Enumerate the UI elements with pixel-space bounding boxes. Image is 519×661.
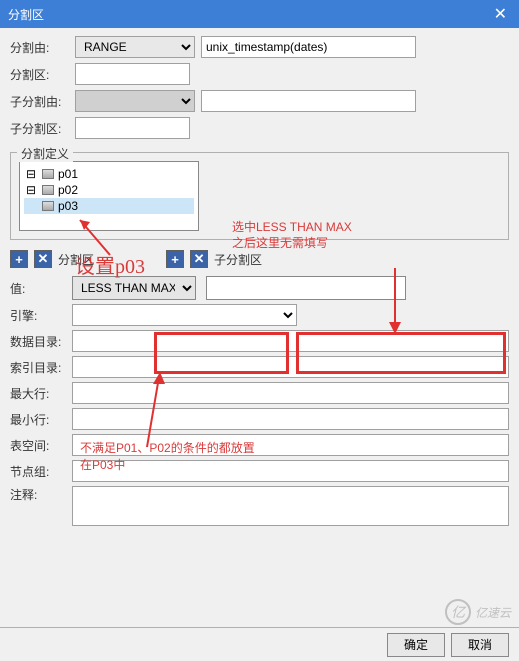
- partition-tree[interactable]: ⊟ p01 ⊟ p02 p03: [19, 161, 199, 231]
- sub-partition-by-select[interactable]: [75, 90, 195, 112]
- data-dir-input[interactable]: [72, 330, 509, 352]
- tree-item[interactable]: ⊟ p02: [24, 182, 194, 198]
- value-label: 值:: [10, 280, 72, 297]
- sub-partition-by-label: 子分割由:: [10, 93, 75, 110]
- nodegroup-input[interactable]: [72, 460, 509, 482]
- window-title: 分割区: [8, 6, 44, 23]
- tree-expand-icon: ⊟: [26, 167, 38, 181]
- add-subpartition-button[interactable]: +: [166, 250, 184, 268]
- add-partition-button[interactable]: +: [10, 250, 28, 268]
- value-input[interactable]: [206, 276, 406, 300]
- engine-label: 引擎:: [10, 307, 72, 324]
- tree-item-label: p01: [58, 167, 78, 181]
- tree-item-label: p03: [58, 199, 78, 213]
- fieldset-legend: 分割定义: [17, 145, 73, 162]
- toolbar-label-partition: 分割区: [58, 251, 94, 268]
- toolbar-label-subpartition: 子分割区: [214, 251, 262, 268]
- titlebar: 分割区 ✕: [0, 0, 519, 28]
- close-icon[interactable]: ✕: [490, 4, 511, 24]
- tree-item-label: p02: [58, 183, 78, 197]
- min-row-input[interactable]: [72, 408, 509, 430]
- nodegroup-label: 节点组:: [10, 463, 72, 480]
- partition-icon: [42, 185, 54, 195]
- tree-expand-icon: ⊟: [26, 183, 38, 197]
- lower-form: 值: LESS THAN MAX 引擎: 数据目录: 索引目录: 最大行: 最小…: [0, 272, 519, 534]
- comment-label: 注释:: [10, 486, 72, 503]
- max-row-label: 最大行:: [10, 385, 72, 402]
- watermark: 亿 亿速云: [445, 599, 511, 625]
- partition-by-expr-input[interactable]: [201, 36, 416, 58]
- engine-select[interactable]: [72, 304, 297, 326]
- index-dir-input[interactable]: [72, 356, 509, 378]
- remove-subpartition-button[interactable]: ✕: [190, 250, 208, 268]
- partition-by-label: 分割由:: [10, 39, 75, 56]
- partition-definition-fieldset: 分割定义 ⊟ p01 ⊟ p02 p03: [10, 152, 509, 240]
- index-dir-label: 索引目录:: [10, 359, 72, 376]
- sub-partition-area-label: 子分割区:: [10, 120, 75, 137]
- partition-area-label: 分割区:: [10, 66, 75, 83]
- partition-by-select[interactable]: RANGE: [75, 36, 195, 58]
- partition-icon: [42, 169, 54, 179]
- tablespace-input[interactable]: [72, 434, 509, 456]
- remove-partition-button[interactable]: ✕: [34, 250, 52, 268]
- data-dir-label: 数据目录:: [10, 333, 72, 350]
- min-row-label: 最小行:: [10, 411, 72, 428]
- watermark-icon: 亿: [445, 599, 471, 625]
- tree-item[interactable]: p03: [24, 198, 194, 214]
- ok-button[interactable]: 确定: [387, 633, 445, 657]
- partition-icon: [42, 201, 54, 211]
- max-row-input[interactable]: [72, 382, 509, 404]
- sub-partition-area-input[interactable]: [75, 117, 190, 139]
- tree-item[interactable]: ⊟ p01: [24, 166, 194, 182]
- sub-partition-by-expr-input[interactable]: [201, 90, 416, 112]
- watermark-text: 亿速云: [475, 604, 511, 621]
- value-select[interactable]: LESS THAN MAX: [72, 276, 196, 300]
- partition-toolbar: + ✕ 分割区 + ✕ 子分割区: [0, 246, 519, 272]
- cancel-button[interactable]: 取消: [451, 633, 509, 657]
- partition-area-input[interactable]: [75, 63, 190, 85]
- comment-textarea[interactable]: [72, 486, 509, 526]
- dialog-footer: 确定 取消: [0, 627, 519, 661]
- upper-form: 分割由: RANGE 分割区: 子分割由: 子分割区:: [0, 28, 519, 148]
- tablespace-label: 表空间:: [10, 437, 72, 454]
